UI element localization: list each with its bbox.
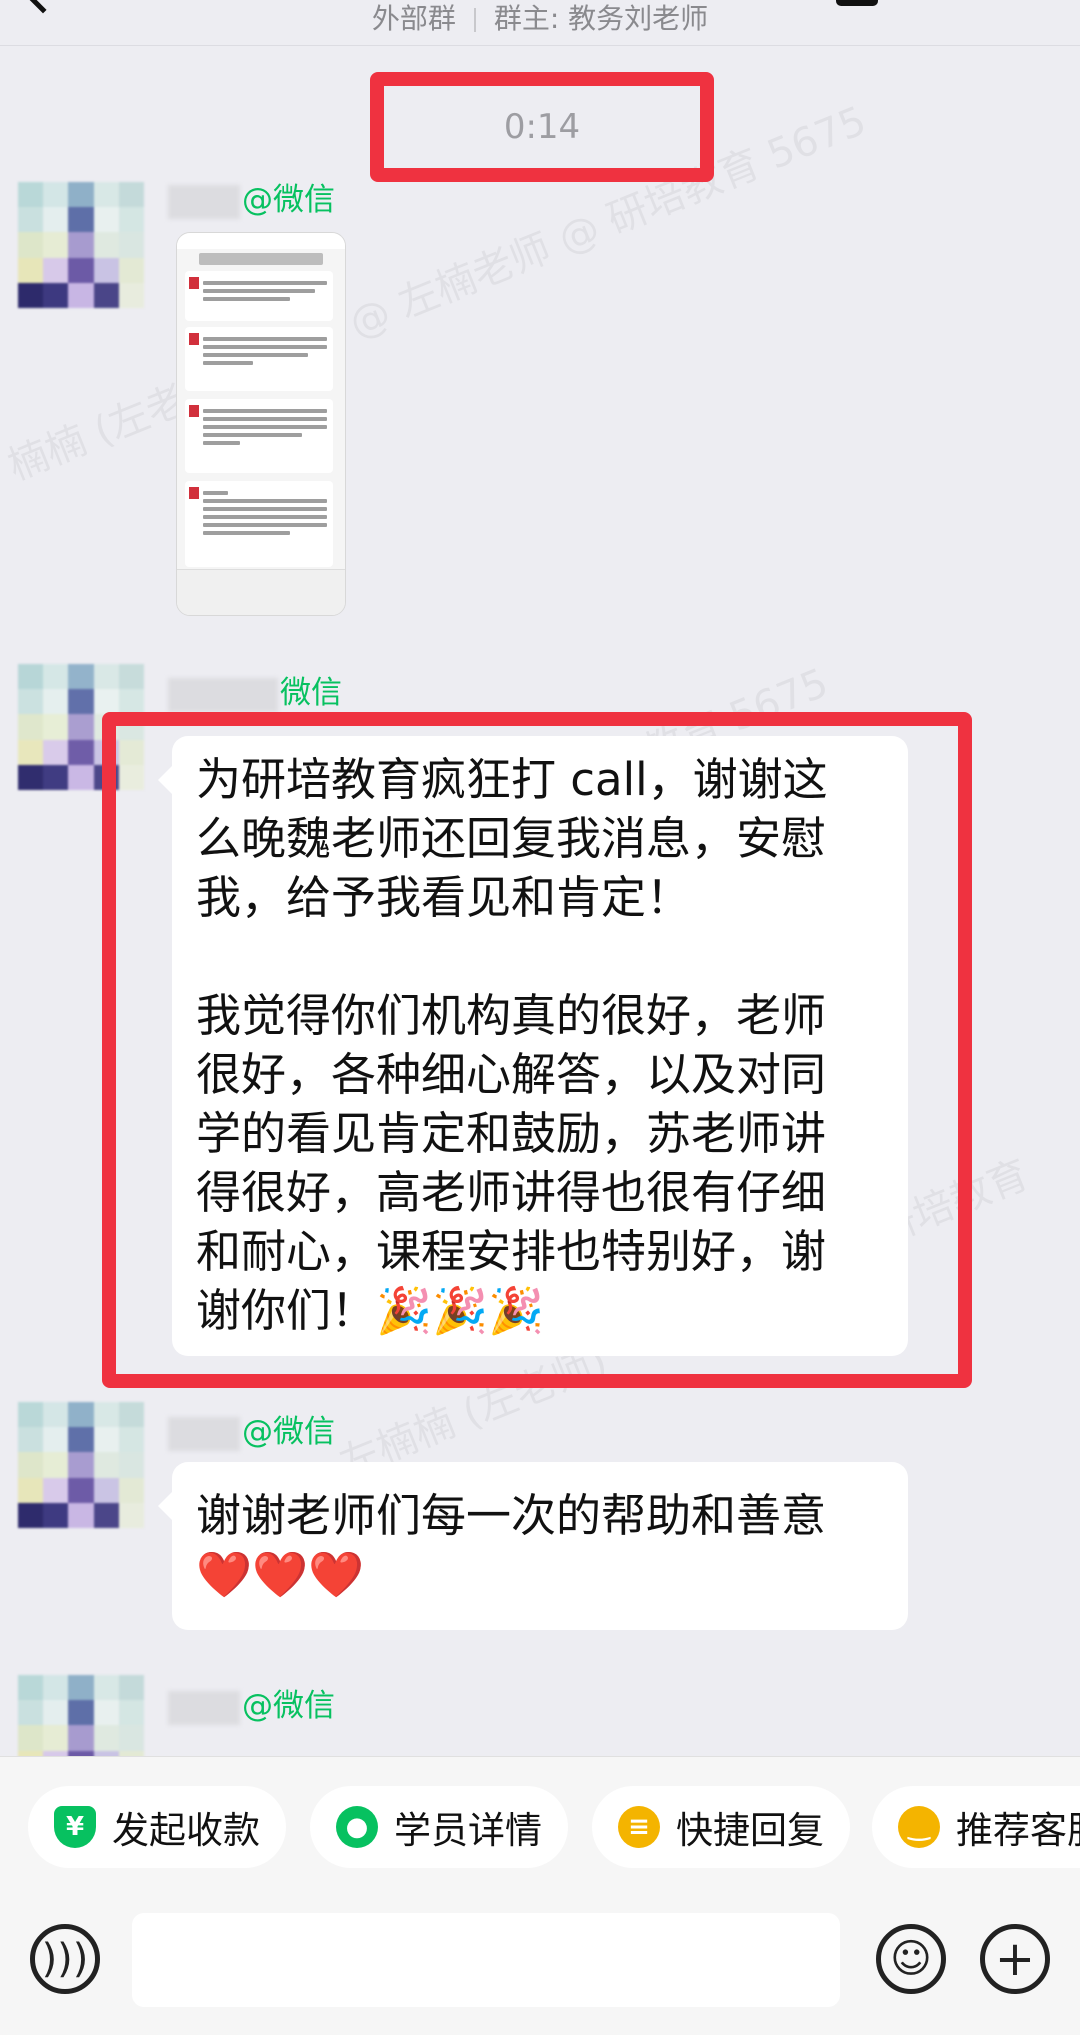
sender-name: @微信	[168, 1410, 335, 1454]
message-line: 么晚魏老师还回复我消息，安慰	[196, 812, 827, 865]
screenshot-chat-bubble	[185, 481, 333, 567]
time-divider: 0:14	[503, 107, 581, 147]
student-details-button[interactable]: ● 学员详情	[310, 1786, 568, 1868]
avatar[interactable]	[18, 1402, 144, 1528]
header-divider	[473, 8, 476, 32]
text-message[interactable]: 为研培教育疯狂打 call，谢谢这 么晚魏老师还回复我消息，安慰 我，给予我看见…	[158, 736, 908, 1356]
message-line: 谢谢老师们每一次的帮助和善意	[196, 1489, 827, 1542]
chat-header: 外部群 群主: 教务刘老师	[0, 0, 1080, 46]
group-type-label: 外部群	[371, 2, 456, 35]
emoji-icon[interactable]: ☺	[876, 1924, 946, 1994]
screenshot-chat-bubble	[185, 327, 333, 391]
sender-suffix: 微信	[280, 675, 342, 711]
student-icon: ●	[336, 1806, 378, 1848]
blurred-name	[168, 677, 278, 712]
chip-label: 快捷回复	[676, 1809, 824, 1852]
screenshot-title	[199, 253, 323, 265]
group-owner-label: 群主: 教务刘老师	[493, 2, 709, 35]
message-line: 我觉得你们机构真的很好，老师	[196, 989, 827, 1042]
message-line: 很好，各种细心解答，以及对同	[196, 1048, 827, 1101]
chip-label: 学员详情	[394, 1809, 542, 1852]
chat-screen: @ 左楠老师 @ 研培教育 5675 楠楠 (左老师) 研培教育 5675 @ …	[0, 0, 1080, 2035]
time-highlight-box: 0:14	[370, 72, 714, 182]
message-line: 得很好，高老师讲得也很有仔细	[196, 1166, 827, 1219]
sender-name: @微信	[168, 1684, 335, 1728]
quick-reply-button[interactable]: ≡ 快捷回复	[592, 1786, 850, 1868]
sender-suffix: @微信	[242, 1414, 335, 1450]
message-line: 学的看见肯定和鼓励，苏老师讲	[196, 1107, 827, 1160]
plus-icon[interactable]: +	[980, 1924, 1050, 1994]
chip-label: 发起收款	[112, 1809, 260, 1852]
message-input[interactable]	[132, 1913, 840, 2007]
back-arrow-icon[interactable]	[24, 0, 62, 14]
message-line: 谢你们！🎉🎉🎉	[196, 1284, 545, 1337]
avatar[interactable]	[18, 182, 144, 308]
quick-reply-icon: ≡	[618, 1806, 660, 1848]
bottom-toolbar: ¥ 发起收款 ● 学员详情 ≡ 快捷回复 ‿ 推荐客服 ))) ☺ +	[0, 1756, 1080, 2035]
input-row: ))) ☺ +	[0, 1905, 1080, 2015]
text-message[interactable]: 谢谢老师们每一次的帮助和善意 ❤️❤️❤️	[158, 1462, 908, 1630]
recommend-agent-button[interactable]: ‿ 推荐客服	[872, 1786, 1080, 1868]
blurred-name	[168, 1690, 240, 1725]
more-icon[interactable]	[836, 0, 878, 6]
screenshot-chat-bubble	[185, 271, 333, 321]
payment-icon: ¥	[54, 1806, 96, 1848]
chip-label: 推荐客服	[956, 1809, 1080, 1852]
sender-suffix: @微信	[242, 182, 335, 218]
sender-name: @微信	[168, 178, 335, 222]
message-line: 为研培教育疯狂打 call，谢谢这	[196, 753, 828, 806]
screenshot-chat-bubble	[185, 399, 333, 473]
sender-suffix: @微信	[242, 1688, 335, 1724]
blurred-name	[168, 184, 240, 219]
recommend-icon: ‿	[898, 1806, 940, 1848]
screenshot-status-bar	[177, 233, 345, 249]
message-line: ❤️❤️❤️	[196, 1548, 365, 1601]
blurred-name	[168, 1416, 240, 1451]
sender-name: 微信	[168, 671, 342, 715]
message-line: 我，给予我看见和肯定！	[196, 871, 692, 924]
voice-icon[interactable]: )))	[30, 1924, 100, 1994]
collect-payment-button[interactable]: ¥ 发起收款	[28, 1786, 286, 1868]
screenshot-image-message[interactable]	[176, 232, 346, 616]
screenshot-input-bar	[177, 569, 345, 615]
message-line: 和耐心，课程安排也特别好，谢	[196, 1225, 827, 1278]
